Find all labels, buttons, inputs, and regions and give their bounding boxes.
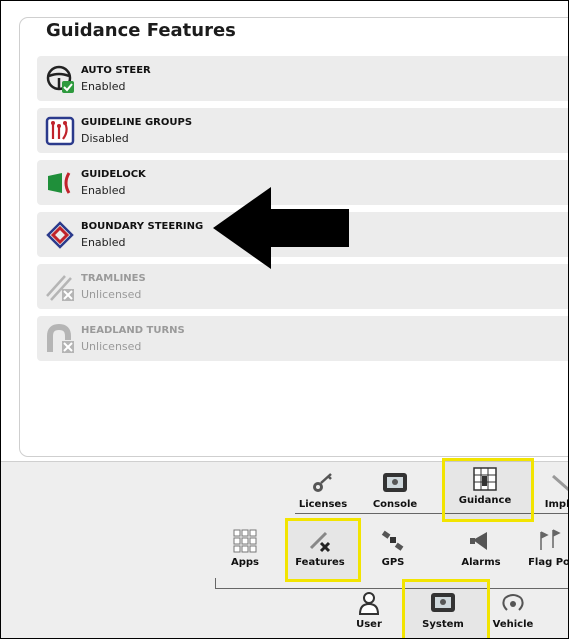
nav-label: Flag Po xyxy=(528,557,569,568)
console-icon xyxy=(383,473,407,492)
user-icon xyxy=(358,592,380,615)
headland-turns-icon xyxy=(47,324,74,353)
nav-gps[interactable]: GPS xyxy=(353,528,433,568)
nav-licenses[interactable]: Licenses xyxy=(283,470,363,510)
feature-name: HEADLAND TURNS xyxy=(81,325,185,336)
feature-row-auto-steer[interactable]: AUTO STEER Enabled xyxy=(37,56,568,101)
alarm-horn-icon xyxy=(470,532,487,550)
nav-label: Features xyxy=(295,557,345,568)
guideline-groups-icon xyxy=(45,116,75,146)
nav-implement[interactable]: Impler xyxy=(523,470,568,510)
keys-icon xyxy=(313,473,332,492)
nav-label: Vehicle xyxy=(492,619,534,630)
feature-status: Enabled xyxy=(81,80,126,93)
feature-status: Unlicensed xyxy=(81,340,142,353)
guidance-grid-icon xyxy=(473,467,497,491)
satellite-icon xyxy=(381,530,404,551)
nav-label: Licenses xyxy=(298,499,348,510)
page-title: Guidance Features xyxy=(46,20,236,41)
feature-name: TRAMLINES xyxy=(81,273,146,284)
vehicle-icon xyxy=(502,594,524,611)
nav-console[interactable]: Console xyxy=(355,470,435,510)
screen: Guidance Features AUTO STEER Enabled GUI… xyxy=(0,0,569,639)
flag-points-icon xyxy=(540,529,561,550)
nav-label: Guidance xyxy=(458,495,512,506)
nav-features[interactable]: Features xyxy=(280,528,360,568)
feature-name: AUTO STEER xyxy=(81,65,151,76)
feature-row-headland-turns[interactable]: HEADLAND TURNS Unlicensed xyxy=(37,316,568,361)
nav-apps[interactable]: Apps xyxy=(205,528,285,568)
guidelock-icon xyxy=(48,172,71,194)
nav-label: Console xyxy=(372,499,418,510)
boundary-steering-icon xyxy=(46,221,74,249)
features-icon xyxy=(309,531,331,553)
feature-name: BOUNDARY STEERING xyxy=(81,221,204,232)
pointer-arrow xyxy=(213,187,349,269)
tramlines-icon xyxy=(46,275,74,301)
feature-status: Disabled xyxy=(81,132,129,145)
nav-system[interactable]: System xyxy=(403,590,483,630)
nav-vehicle[interactable]: Vehicle xyxy=(473,590,553,630)
nav-flag-points[interactable]: Flag Po xyxy=(509,528,569,568)
feature-name: GUIDELOCK xyxy=(81,169,146,180)
steering-wheel-icon xyxy=(46,65,74,93)
navigation-tree: Licenses Console Guidance Impler xyxy=(1,458,569,638)
implement-icon xyxy=(552,474,568,492)
system-icon xyxy=(431,593,455,612)
nav-label: User xyxy=(356,619,382,630)
nav-guidance[interactable]: Guidance xyxy=(445,466,525,506)
nav-user[interactable]: User xyxy=(329,590,409,630)
feature-status: Unlicensed xyxy=(81,288,142,301)
apps-grid-icon xyxy=(233,529,257,553)
nav-label: Impler xyxy=(544,499,568,510)
feature-status: Enabled xyxy=(81,184,126,197)
nav-label: GPS xyxy=(381,557,405,568)
nav-label: System xyxy=(422,619,464,630)
feature-status: Enabled xyxy=(81,236,126,249)
feature-name: GUIDELINE GROUPS xyxy=(81,117,193,128)
nav-label: Apps xyxy=(230,557,259,568)
feature-row-guideline-groups[interactable]: GUIDELINE GROUPS Disabled xyxy=(37,108,568,153)
